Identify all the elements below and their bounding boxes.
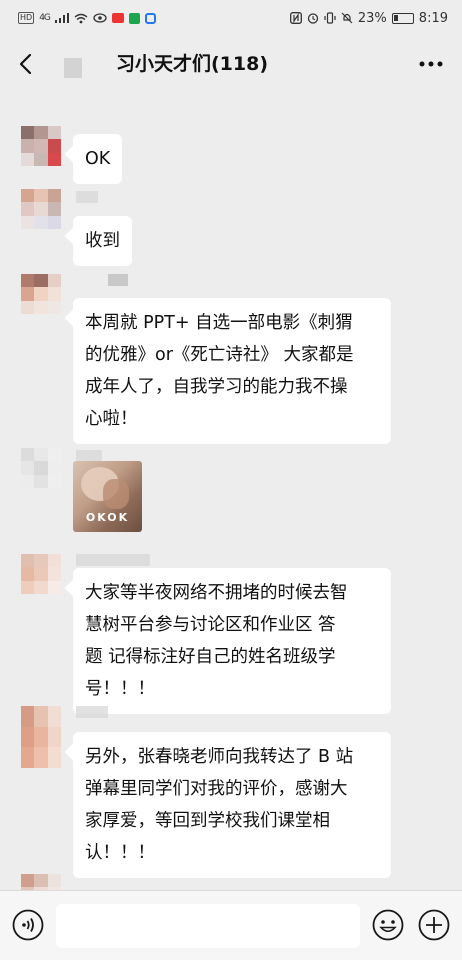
clock-time: 8:19	[418, 10, 448, 26]
avatar[interactable]	[21, 706, 61, 768]
message-bubble[interactable]: 收到	[73, 216, 132, 266]
sender-name-mosaic	[76, 191, 98, 203]
back-arrow-icon	[19, 53, 32, 75]
message-line: 的优雅》or《死亡诗社》 大家都是	[85, 345, 354, 365]
message-bubble[interactable]: 本周就 PPT+ 自选一部电影《刺猬 的优雅》or《死亡诗社》 大家都是 成年人…	[73, 298, 391, 444]
message-bubble[interactable]: 另外，张春晓老师向我转达了 B 站 弹幕里同学们对我的评价，感谢大 家厚爱，等回…	[73, 732, 391, 878]
more-dots-icon	[419, 61, 443, 67]
hd-badge: HD	[18, 12, 35, 24]
photo-hand-shape	[103, 479, 129, 509]
status-bar: HD 4G 23% 8:19	[0, 0, 462, 36]
battery-percent: 23%	[357, 10, 387, 26]
back-button[interactable]	[12, 50, 38, 78]
signal-indicator: 4G	[39, 13, 51, 23]
more-button[interactable]	[416, 50, 446, 78]
alarm-icon	[307, 13, 319, 24]
title-mosaic	[64, 58, 82, 78]
nfc-icon	[289, 12, 302, 24]
mute-bell-icon	[341, 12, 353, 24]
message-text: OK	[85, 149, 111, 169]
voice-button[interactable]	[12, 909, 44, 941]
plus-icon	[418, 909, 450, 941]
battery-icon	[391, 12, 414, 24]
emoji-button[interactable]	[372, 909, 404, 941]
sender-name-mosaic	[108, 274, 128, 286]
message-line: 慧树平台参与讨论区和作业区 答	[85, 615, 336, 635]
chat-message-list[interactable]: OK 收到 本周就 PPT+ 自选一部电影《刺猬 的优雅》or《死亡诗社》 大家…	[0, 92, 462, 890]
message-line: 成年人了，自我学习的能力我不操	[85, 377, 348, 397]
message-line: 题 记得标注好自己的姓名班级学	[85, 647, 336, 667]
avatar[interactable]	[21, 274, 61, 314]
vibrate-icon	[324, 12, 336, 24]
video-app-icon	[128, 12, 140, 24]
eye-icon	[93, 13, 107, 23]
message-line: 另外，张春晓老师向我转达了 B 站	[85, 747, 354, 767]
status-right: 23% 8:19	[289, 10, 448, 26]
avatar[interactable]	[21, 189, 61, 229]
app-notification-icon	[111, 13, 124, 23]
image-message[interactable]: OKOK	[73, 461, 142, 532]
image-caption: OKOK	[85, 511, 130, 524]
avatar[interactable]	[21, 554, 61, 594]
input-bar	[0, 890, 462, 960]
message-line: 认！！！	[85, 843, 155, 863]
message-line: 心啦！	[85, 409, 138, 429]
message-bubble[interactable]: OK	[73, 134, 123, 184]
message-line: 家厚爱，等回到学校我们课堂相	[85, 811, 330, 831]
sender-name-mosaic	[76, 554, 150, 566]
plus-button[interactable]	[418, 909, 450, 941]
message-input[interactable]	[56, 904, 360, 948]
avatar[interactable]	[21, 126, 61, 166]
avatar[interactable]	[21, 448, 61, 488]
cloud-app-icon	[144, 12, 156, 24]
wifi-icon	[74, 13, 88, 23]
message-line: 号！！！	[85, 679, 155, 699]
message-line: 本周就 PPT+ 自选一部电影《刺猬	[85, 313, 353, 333]
message-line: 大家等半夜网络不拥堵的时候去智	[85, 583, 348, 603]
signal-bars-icon	[54, 13, 69, 23]
avatar[interactable]	[21, 874, 61, 890]
emoji-icon	[372, 909, 404, 941]
message-line: 弹幕里同学们对我的评价，感谢大	[85, 779, 348, 799]
voice-icon	[12, 909, 44, 941]
status-left: HD 4G	[18, 12, 156, 24]
sender-name-mosaic	[76, 706, 108, 718]
message-bubble[interactable]: 大家等半夜网络不拥堵的时候去智 慧树平台参与讨论区和作业区 答 题 记得标注好自…	[73, 568, 391, 714]
chat-header: 习小天才们(118)	[0, 36, 462, 92]
message-text: 收到	[85, 231, 120, 251]
chat-title: 习小天才们(118)	[116, 53, 269, 75]
